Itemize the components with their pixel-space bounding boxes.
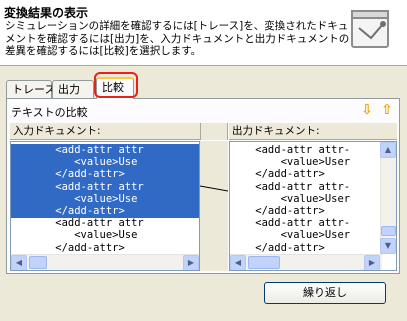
diff-connector-line xyxy=(199,185,229,192)
code-line: <add-attr attr xyxy=(11,217,144,230)
code-line: </add-attr> xyxy=(230,241,325,254)
scroll-right-button[interactable]: ▶ xyxy=(183,255,199,270)
left-pane-header: 入力ドキュメント: xyxy=(10,123,200,140)
right-horizontal-scrollbar[interactable]: ◀ ▶ xyxy=(230,254,382,270)
code-line: </add-attr> xyxy=(11,205,199,218)
code-line: </add-attr> xyxy=(11,168,199,182)
right-vertical-scrollbar[interactable]: ▲ ▼ xyxy=(380,142,396,254)
code-line: </add-attr> xyxy=(11,241,125,254)
compare-panel: テキストの比較 ⇩ ⇧ 入力ドキュメント: 出力ドキュメント: <add-att… xyxy=(6,98,400,274)
left-h-scroll-thumb[interactable] xyxy=(29,256,47,269)
code-line: <value>User xyxy=(230,229,351,242)
scroll-left-button[interactable]: ◀ xyxy=(11,255,27,270)
pane-separator xyxy=(200,123,228,140)
code-line: <add-attr attr- xyxy=(230,144,351,156)
right-pane-header: 出力ドキュメント: xyxy=(229,123,397,140)
tab-compare[interactable]: 比較 xyxy=(96,77,134,99)
code-line: <add-attr attr xyxy=(11,144,199,157)
scroll-left-button[interactable]: ◀ xyxy=(230,255,246,270)
header-banner: 変換結果の表示 シミュレーションの詳細を確認するには[トレース]を、変換されたド… xyxy=(0,0,407,66)
diff-gutter xyxy=(199,141,229,271)
code-line: <value>Use xyxy=(11,229,138,242)
compare-title: テキストの比較 xyxy=(11,106,88,119)
output-document-pane[interactable]: <add-attr attr- <value>User </add-attr> … xyxy=(229,141,397,271)
code-line: <value>Use xyxy=(11,192,199,206)
arrow-up-icon[interactable]: ⇧ xyxy=(379,102,395,118)
page-description: シミュレーションの詳細を確認するには[トレース]を、変換されたドキュメントを確認… xyxy=(5,20,350,57)
code-line: <add-attr attr- xyxy=(230,217,351,230)
right-h-scroll-thumb[interactable] xyxy=(248,256,280,269)
code-line: <add-attr attr- xyxy=(230,180,351,193)
arrow-down-icon[interactable]: ⇩ xyxy=(359,102,375,118)
tab-trace[interactable]: トレース xyxy=(6,80,55,99)
revert-button[interactable]: 繰り返し xyxy=(264,282,386,304)
code-line: <value>User xyxy=(230,192,351,205)
left-horizontal-scrollbar[interactable]: ◀ ▶ xyxy=(11,254,199,270)
code-line: <value>Use xyxy=(11,156,199,170)
input-document-pane[interactable]: <add-attr attr <value>Use </add-attr> <a… xyxy=(10,141,200,271)
scroll-down-button[interactable]: ▼ xyxy=(380,238,396,254)
tab-output[interactable]: 出力 xyxy=(52,80,94,99)
code-line: <add-attr attr xyxy=(11,180,199,194)
code-line: </add-attr> xyxy=(230,205,325,217)
right-v-scroll-thumb[interactable] xyxy=(381,226,396,236)
scroll-right-button[interactable]: ▶ xyxy=(364,255,380,270)
page-title: 変換結果の表示 xyxy=(4,6,89,20)
code-line: </add-attr> xyxy=(230,168,325,181)
code-line: <value>User xyxy=(230,156,351,169)
document-window-icon xyxy=(351,10,389,48)
scroll-up-button[interactable]: ▲ xyxy=(380,142,396,158)
